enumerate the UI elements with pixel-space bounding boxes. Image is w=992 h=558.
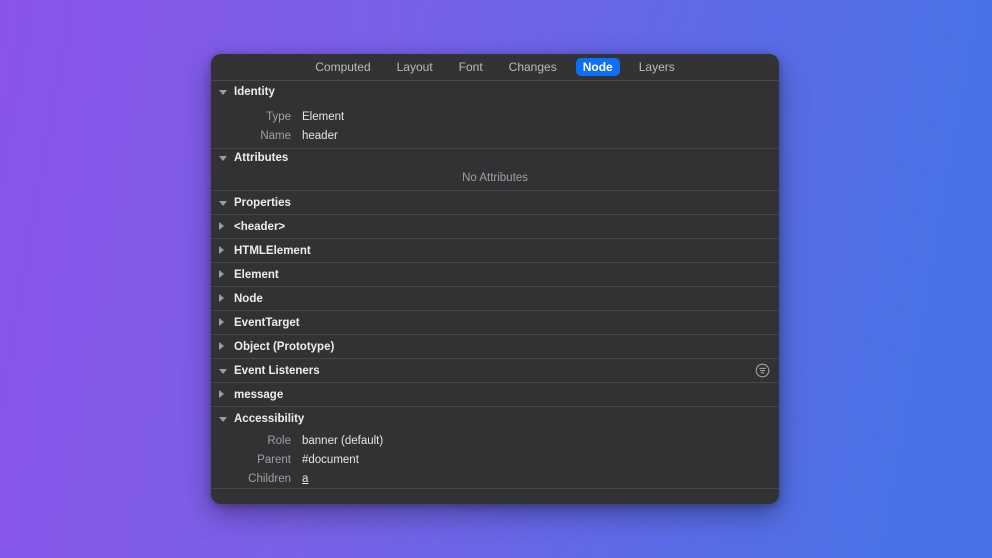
- chevron-right-icon: [219, 221, 228, 233]
- tab-computed[interactable]: Computed: [308, 58, 377, 76]
- section-header-accessibility[interactable]: Accessibility: [211, 406, 779, 430]
- inspector-details-panel: Computed Layout Font Changes Node Layers…: [211, 54, 779, 504]
- identity-type-row: Type Element: [211, 107, 779, 126]
- property-row-node[interactable]: Node: [211, 286, 779, 310]
- row-label: message: [234, 389, 283, 401]
- row-label: EventTarget: [234, 317, 300, 329]
- chevron-right-icon: [219, 293, 228, 305]
- property-row-header-element[interactable]: <header>: [211, 214, 779, 238]
- details-tabbar: Computed Layout Font Changes Node Layers: [211, 54, 779, 81]
- property-row-element[interactable]: Element: [211, 262, 779, 286]
- section-header-event-listeners[interactable]: Event Listeners: [211, 358, 779, 382]
- identity-content: Type Element Name header: [211, 103, 779, 148]
- tab-changes[interactable]: Changes: [502, 58, 564, 76]
- chevron-down-icon: [219, 413, 228, 425]
- accessibility-role-row: Role banner (default): [211, 431, 779, 450]
- role-label: Role: [211, 435, 291, 447]
- chevron-right-icon: [219, 269, 228, 281]
- filter-icon[interactable]: [754, 363, 770, 379]
- section-header-properties[interactable]: Properties: [211, 190, 779, 214]
- section-title: Identity: [234, 86, 275, 98]
- section-header-attributes[interactable]: Attributes: [211, 148, 779, 166]
- section-title: Properties: [234, 197, 291, 209]
- row-label: Object (Prototype): [234, 341, 334, 353]
- row-label: Element: [234, 269, 279, 281]
- parent-value: #document: [302, 454, 359, 466]
- name-value: header: [302, 130, 338, 142]
- children-node-link[interactable]: a: [302, 473, 308, 485]
- type-label: Type: [211, 111, 291, 123]
- tab-layers[interactable]: Layers: [632, 58, 682, 76]
- chevron-down-icon: [219, 86, 228, 98]
- type-value: Element: [302, 111, 344, 123]
- children-label: Children: [211, 473, 291, 485]
- property-row-object-prototype[interactable]: Object (Prototype): [211, 334, 779, 358]
- accessibility-parent-row: Parent #document: [211, 450, 779, 469]
- chevron-down-icon: [219, 197, 228, 209]
- name-label: Name: [211, 130, 291, 142]
- chevron-down-icon: [219, 365, 228, 377]
- section-title: Accessibility: [234, 413, 304, 425]
- tab-node[interactable]: Node: [576, 58, 620, 76]
- attributes-content: No Attributes: [211, 166, 779, 190]
- tab-layout[interactable]: Layout: [390, 58, 440, 76]
- role-value: banner (default): [302, 435, 383, 447]
- section-header-identity[interactable]: Identity: [211, 81, 779, 103]
- chevron-right-icon: [219, 317, 228, 329]
- identity-name-row: Name header: [211, 126, 779, 145]
- chevron-right-icon: [219, 341, 228, 353]
- row-label: Node: [234, 293, 263, 305]
- chevron-down-icon: [219, 152, 228, 164]
- property-row-eventtarget[interactable]: EventTarget: [211, 310, 779, 334]
- accessibility-children-row: Children a: [211, 469, 779, 488]
- panel-bottom-spacer: [211, 488, 779, 504]
- property-row-htmlelement[interactable]: HTMLElement: [211, 238, 779, 262]
- row-label: HTMLElement: [234, 245, 311, 257]
- section-title: Event Listeners: [234, 365, 320, 377]
- row-label: <header>: [234, 221, 285, 233]
- chevron-right-icon: [219, 389, 228, 401]
- no-attributes-text: No Attributes: [462, 172, 528, 184]
- accessibility-content: Role banner (default) Parent #document C…: [211, 430, 779, 488]
- parent-label: Parent: [211, 454, 291, 466]
- chevron-right-icon: [219, 245, 228, 257]
- tab-font[interactable]: Font: [452, 58, 490, 76]
- section-title: Attributes: [234, 152, 288, 164]
- event-listener-row-message[interactable]: message: [211, 382, 779, 406]
